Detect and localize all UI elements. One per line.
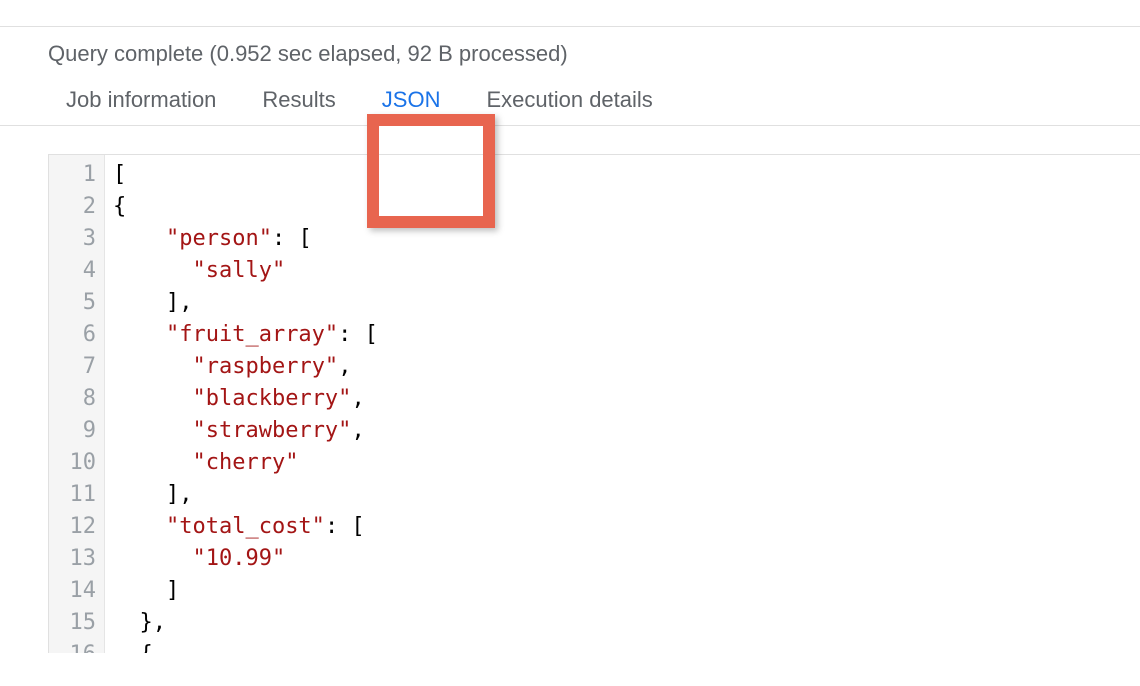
- tab-execution-details[interactable]: Execution details: [468, 77, 670, 125]
- code-line: },: [113, 607, 378, 639]
- code-line: "person": [: [113, 223, 378, 255]
- code-line: {: [113, 639, 378, 653]
- code-line: ],: [113, 287, 378, 319]
- code-line: "fruit_array": [: [113, 319, 378, 351]
- json-editor: 12345678910111213141516 [{ "person": [ "…: [48, 154, 1140, 653]
- code-line: "total_cost": [: [113, 511, 378, 543]
- tab-json[interactable]: JSON: [364, 77, 459, 125]
- code-line: "raspberry",: [113, 351, 378, 383]
- tab-results[interactable]: Results: [244, 77, 353, 125]
- json-code[interactable]: [{ "person": [ "sally" ], "fruit_array":…: [105, 155, 378, 653]
- code-line: "sally": [113, 255, 378, 287]
- code-line: "cherry": [113, 447, 378, 479]
- line-number-gutter: 12345678910111213141516: [49, 155, 105, 653]
- results-tabs: Job information Results JSON Execution d…: [0, 77, 1140, 126]
- code-line: "strawberry",: [113, 415, 378, 447]
- code-line: ]: [113, 575, 378, 607]
- tab-job-information[interactable]: Job information: [48, 77, 234, 125]
- code-line: "blackberry",: [113, 383, 378, 415]
- code-line: {: [113, 191, 378, 223]
- query-status-text: Query complete (0.952 sec elapsed, 92 B …: [0, 27, 1140, 77]
- code-line: ],: [113, 479, 378, 511]
- code-line: [: [113, 159, 378, 191]
- code-line: "10.99": [113, 543, 378, 575]
